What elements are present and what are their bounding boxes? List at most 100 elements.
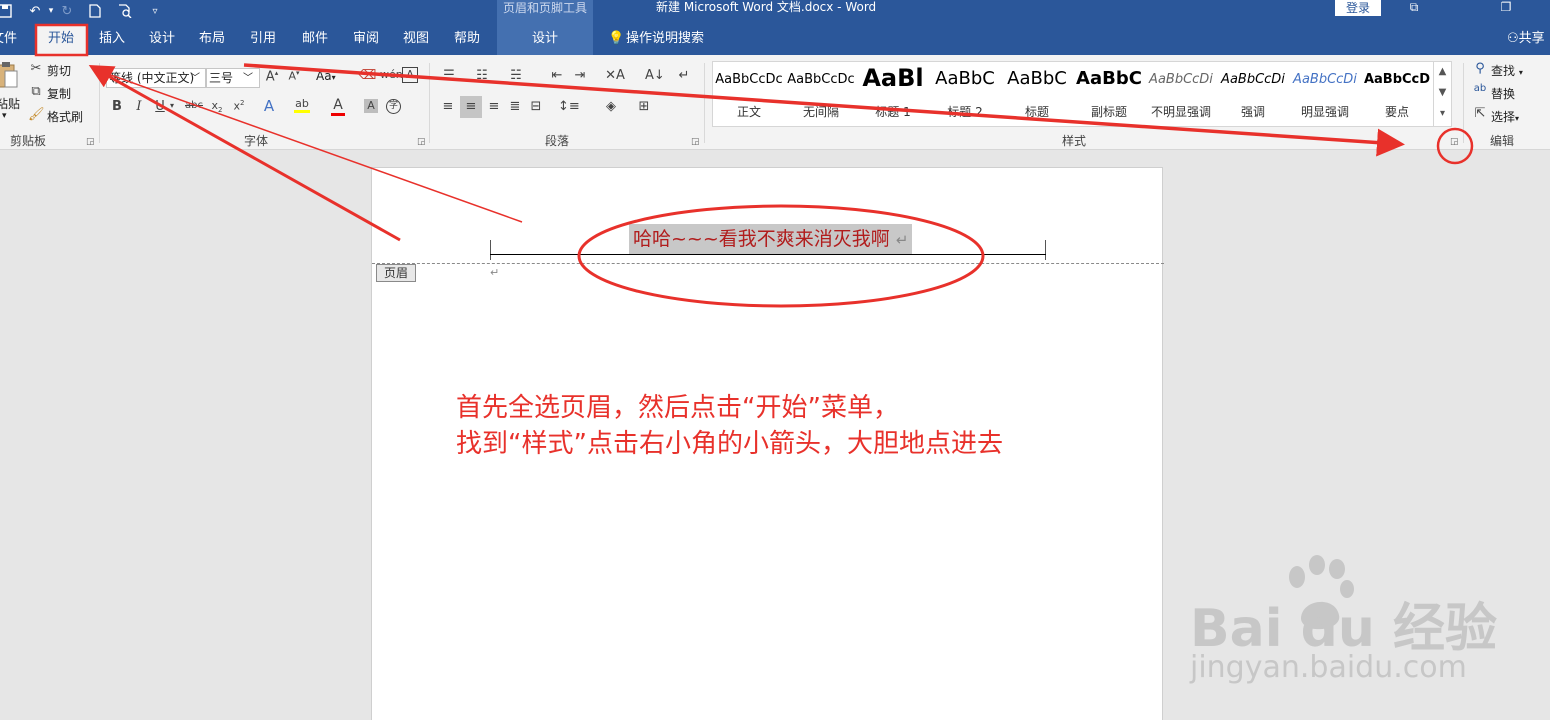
font-launcher-icon[interactable]: ◲ bbox=[417, 137, 426, 147]
gallery-scroll-up-icon[interactable]: ▲ bbox=[1433, 62, 1451, 83]
tab-layout[interactable]: 布局 bbox=[190, 22, 234, 55]
tell-me-search[interactable]: 💡 操作说明搜索 bbox=[608, 22, 704, 55]
select-cursor-icon: ⇱ bbox=[1474, 106, 1486, 121]
tab-review[interactable]: 审阅 bbox=[344, 22, 388, 55]
style-heading-2[interactable]: AaBbC 标题 2 bbox=[929, 62, 1001, 126]
gallery-scroll-down-icon[interactable]: ▼ bbox=[1433, 83, 1451, 104]
scissors-icon: ✂ bbox=[30, 61, 42, 76]
strikethrough-icon[interactable]: abc bbox=[184, 100, 204, 111]
style-no-spacing[interactable]: AaBbCcDc 无间隔 bbox=[785, 62, 857, 126]
print-preview-icon[interactable] bbox=[114, 0, 136, 22]
align-center-icon[interactable]: ≡ bbox=[460, 96, 482, 118]
align-left-icon[interactable]: ≡ bbox=[440, 99, 456, 114]
superscript-icon[interactable]: x2 bbox=[231, 99, 247, 113]
style-preview: AaBbCcDi bbox=[1221, 72, 1285, 87]
borders-icon[interactable]: ⊞ bbox=[634, 99, 654, 114]
tab-help[interactable]: 帮助 bbox=[445, 22, 489, 55]
style-normal[interactable]: AaBbCcDc 正文 bbox=[713, 62, 785, 126]
tab-header-footer-design[interactable]: 设计 bbox=[497, 22, 593, 55]
clear-formatting-icon[interactable]: ⌫ bbox=[358, 68, 376, 83]
font-name-dropdown-icon[interactable]: ﹀ bbox=[190, 69, 200, 84]
paragraph-mark: ↵ bbox=[490, 266, 500, 279]
phonetic-guide-icon[interactable]: wén bbox=[380, 68, 403, 81]
login-button[interactable]: 登录 bbox=[1335, 0, 1381, 16]
styles-group-label: 样式 bbox=[1062, 134, 1087, 148]
ribbon-display-icon[interactable]: ⧉ bbox=[1402, 0, 1426, 16]
character-shading-icon[interactable]: A bbox=[364, 99, 378, 113]
select-button[interactable]: 选择▾ bbox=[1491, 108, 1519, 125]
style-name: 标题 1 bbox=[875, 105, 911, 119]
distributed-icon[interactable]: ⊟ bbox=[528, 99, 544, 114]
show-marks-icon[interactable]: ↵ bbox=[676, 68, 692, 83]
tab-view[interactable]: 视图 bbox=[394, 22, 438, 55]
subscript-icon[interactable]: x2 bbox=[209, 99, 225, 114]
redo-icon[interactable]: ↻ bbox=[56, 0, 78, 22]
divider bbox=[429, 63, 430, 143]
sort-icon[interactable]: A↓ bbox=[645, 68, 665, 83]
multilevel-list-icon[interactable]: ☵ bbox=[507, 68, 525, 83]
person-icon: ⚇ bbox=[1507, 31, 1519, 46]
change-case-button[interactable]: Aa▾ bbox=[316, 69, 336, 83]
gallery-more-icon[interactable]: ▾ bbox=[1433, 104, 1451, 126]
style-preview: AaBbCcDc bbox=[715, 72, 783, 87]
enclose-characters-icon[interactable]: 字 bbox=[386, 99, 401, 114]
chinese-layout-icon[interactable]: ✕A bbox=[604, 68, 626, 83]
paragraph-launcher-icon[interactable]: ◲ bbox=[691, 137, 700, 147]
text-effects-icon[interactable]: A bbox=[261, 97, 277, 115]
tab-mailings[interactable]: 邮件 bbox=[293, 22, 337, 55]
styles-gallery[interactable]: AaBbCcDc 正文 AaBbCcDc 无间隔 AaBl 标题 1 AaBbC… bbox=[712, 61, 1452, 127]
header-text-selected[interactable]: 哈哈~~~看我不爽来消灭我啊 ↵ bbox=[629, 224, 913, 254]
increase-indent-icon[interactable]: ⇥ bbox=[571, 68, 589, 83]
shading-icon[interactable]: ◈ bbox=[601, 99, 621, 114]
select-label: 选择 bbox=[1491, 110, 1516, 124]
highlight-color-icon[interactable]: ab bbox=[294, 97, 310, 113]
decrease-indent-icon[interactable]: ⇤ bbox=[548, 68, 566, 83]
style-heading-1[interactable]: AaBl 标题 1 bbox=[857, 62, 929, 126]
paste-icon[interactable] bbox=[0, 61, 18, 91]
style-preview: AaBbC bbox=[1007, 68, 1067, 89]
format-painter-button[interactable]: 格式刷 bbox=[47, 108, 83, 125]
share-button[interactable]: ⚇共享 bbox=[1507, 22, 1545, 55]
line-spacing-icon[interactable]: ↕≡ bbox=[558, 99, 580, 114]
bullets-icon[interactable]: ☰ bbox=[440, 68, 458, 83]
numbering-icon[interactable]: ☷ bbox=[473, 68, 491, 83]
align-right-icon[interactable]: ≡ bbox=[486, 99, 502, 114]
copy-button[interactable]: 复制 bbox=[47, 85, 71, 102]
shrink-font-icon[interactable]: A▾ bbox=[286, 69, 302, 83]
cut-button[interactable]: 剪切 bbox=[47, 62, 71, 79]
paste-dropdown-icon[interactable]: ▾ bbox=[2, 111, 7, 121]
grow-font-icon[interactable]: A▴ bbox=[264, 69, 280, 84]
tab-home[interactable]: 开始 bbox=[36, 25, 86, 55]
style-intense-emphasis[interactable]: AaBbCcDi 明显强调 bbox=[1289, 62, 1361, 126]
font-size-dropdown-icon[interactable]: ﹀ bbox=[243, 69, 253, 84]
find-dropdown-icon: ▾ bbox=[1518, 68, 1523, 77]
clipboard-launcher-icon[interactable]: ◲ bbox=[86, 137, 95, 147]
find-button[interactable]: 查找 ▾ bbox=[1491, 62, 1523, 79]
style-title[interactable]: AaBbC 标题 bbox=[1001, 62, 1073, 126]
replace-button[interactable]: 替换 bbox=[1491, 85, 1515, 102]
tab-references[interactable]: 引用 bbox=[241, 22, 285, 55]
paste-label[interactable]: 粘贴 bbox=[0, 95, 20, 112]
tab-design[interactable]: 设计 bbox=[140, 22, 184, 55]
new-doc-icon[interactable] bbox=[84, 0, 106, 22]
restore-icon[interactable]: ❐ bbox=[1494, 0, 1518, 16]
customize-quick-access-icon[interactable]: ▿ bbox=[144, 0, 166, 22]
save-icon[interactable] bbox=[0, 0, 16, 22]
tab-file[interactable]: 文件 bbox=[0, 22, 20, 55]
style-subtle-emphasis[interactable]: AaBbCcDi 不明显强调 bbox=[1145, 62, 1217, 126]
justify-icon[interactable]: ≣ bbox=[507, 99, 523, 114]
styles-launcher-icon[interactable]: ◲ bbox=[1450, 137, 1459, 147]
style-strong[interactable]: AaBbCcD 要点 bbox=[1361, 62, 1433, 126]
underline-icon[interactable]: U bbox=[153, 99, 167, 114]
document-page[interactable]: 哈哈~~~看我不爽来消灭我啊 ↵ 页眉 ↵ 首先全选页眉，然后点击“开始”菜单，… bbox=[371, 167, 1164, 720]
italic-icon[interactable]: I bbox=[132, 99, 146, 114]
style-name: 正文 bbox=[736, 105, 761, 119]
bold-icon[interactable]: B bbox=[110, 99, 124, 114]
font-color-icon[interactable]: A bbox=[331, 97, 345, 116]
document-title: 新建 Microsoft Word 文档.docx - Word bbox=[656, 0, 877, 14]
style-subtitle[interactable]: AaBbC 副标题 bbox=[1073, 62, 1145, 126]
tab-insert[interactable]: 插入 bbox=[90, 22, 134, 55]
underline-dropdown-icon[interactable]: ▾ bbox=[168, 101, 176, 110]
character-border-icon[interactable]: A bbox=[402, 67, 418, 83]
style-emphasis[interactable]: AaBbCcDi 强调 bbox=[1217, 62, 1289, 126]
